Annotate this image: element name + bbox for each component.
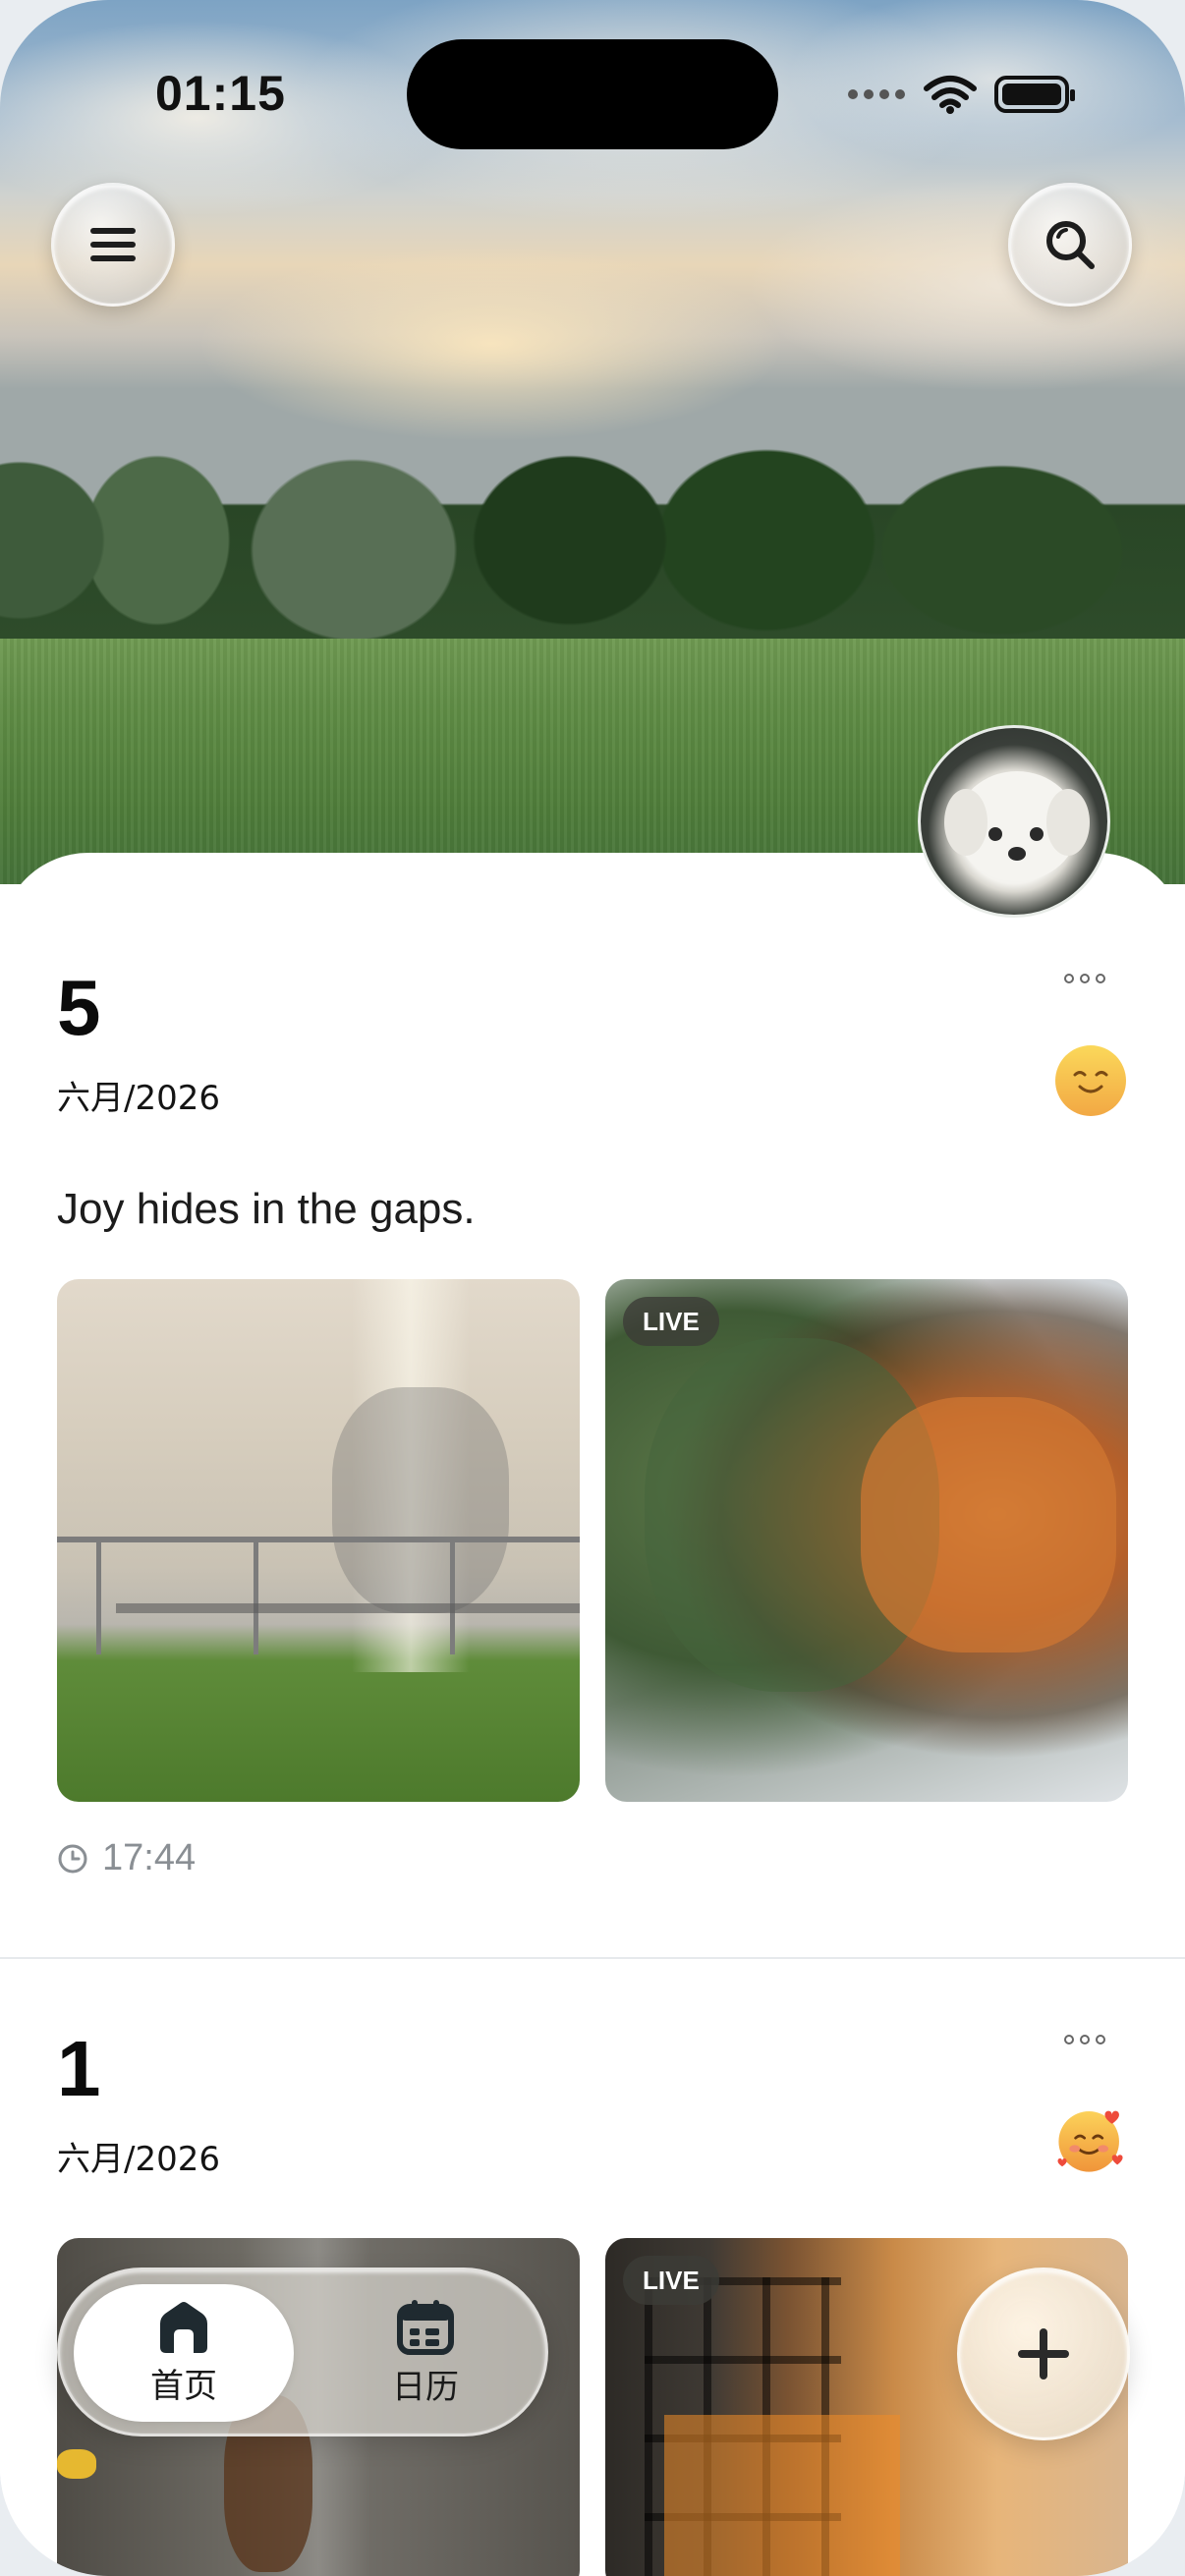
live-badge: LIVE	[623, 2256, 719, 2305]
search-button[interactable]	[1008, 183, 1132, 307]
more-dots-icon	[1064, 2035, 1105, 2044]
tab-calendar-label: 日历	[392, 2367, 459, 2407]
mood-icon[interactable]	[1053, 1043, 1128, 1118]
smiling-face-icon	[1055, 1045, 1126, 1116]
dog-avatar-image	[944, 771, 1090, 881]
more-options-button[interactable]	[1063, 2016, 1106, 2054]
plus-icon	[1018, 2328, 1069, 2380]
calendar-icon	[397, 2299, 454, 2355]
mood-icon[interactable]	[1053, 2102, 1128, 2177]
entry-day: 5	[57, 964, 101, 1051]
entry-time-row: 17:44	[57, 1837, 196, 1879]
entry-text: Joy hides in the gaps.	[57, 1185, 476, 1233]
tab-home[interactable]: 首页	[74, 2284, 294, 2422]
status-time: 01:15	[155, 66, 286, 121]
phone-screen: 01:15 5 六月/2026 Joy hides in the gaps. L…	[0, 0, 1185, 2576]
tab-calendar[interactable]: 日历	[315, 2284, 536, 2422]
entry-photo[interactable]	[57, 1279, 580, 1802]
more-dots-icon	[1064, 974, 1105, 983]
menu-button[interactable]	[51, 183, 175, 307]
avatar[interactable]	[918, 725, 1110, 918]
search-icon	[1046, 221, 1095, 269]
wifi-icon	[924, 76, 977, 114]
live-badge: LIVE	[623, 1297, 719, 1346]
dynamic-island	[407, 39, 778, 149]
entry-month-year: 六月/2026	[57, 1079, 220, 1118]
tab-home-label: 首页	[150, 2366, 217, 2406]
menu-icon	[90, 228, 136, 261]
bottom-tab-bar: 首页 日历	[57, 2268, 548, 2436]
entry-month-year: 六月/2026	[57, 2140, 220, 2179]
home-icon	[160, 2301, 207, 2353]
entry-photo-live[interactable]: LIVE	[605, 1279, 1128, 1802]
signal-dots-icon	[848, 89, 905, 99]
battery-icon	[994, 76, 1075, 113]
entry-day: 1	[57, 2025, 101, 2112]
more-options-button[interactable]	[1063, 955, 1106, 993]
tree-line	[0, 393, 1185, 668]
add-entry-button[interactable]	[957, 2268, 1130, 2440]
entry-divider	[0, 1957, 1185, 1959]
status-icons	[847, 71, 1075, 118]
smiling-face-with-hearts-icon	[1057, 2110, 1123, 2172]
entry-time: 17:44	[102, 1837, 197, 1878]
clock-icon	[58, 1844, 87, 1873]
